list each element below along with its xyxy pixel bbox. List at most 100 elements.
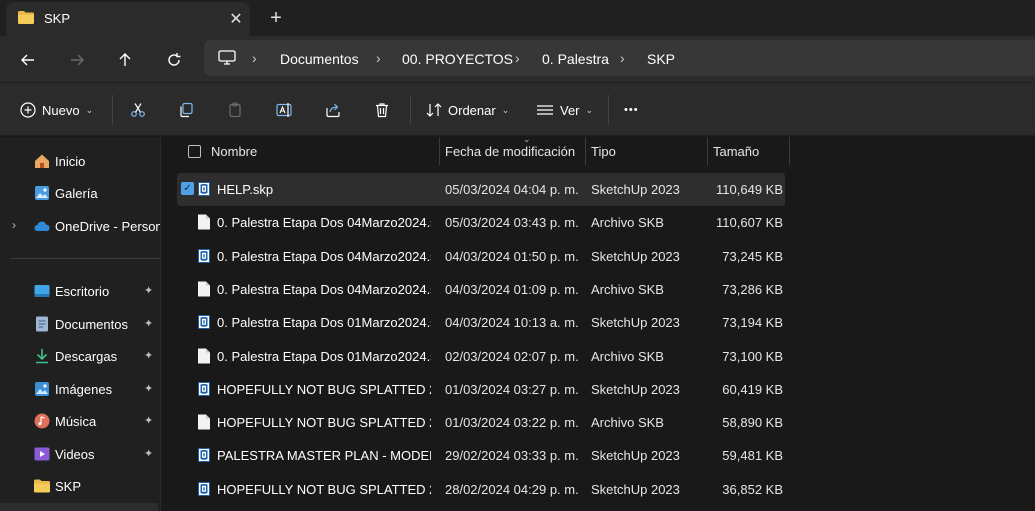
table-row[interactable]: ✓ HELP.skp 05/03/2024 04:04 p. m. SketchUp …: [177, 173, 785, 206]
close-tab-button[interactable]: ✕: [224, 7, 248, 31]
new-tab-button[interactable]: +: [264, 6, 288, 30]
trash-icon: [376, 103, 388, 118]
table-row[interactable]: 0. Palestra Etapa Dos 04Marzo2024.skb 05/…: [177, 206, 785, 239]
refresh-button[interactable]: [158, 44, 190, 76]
sketchup-file-icon: [198, 248, 210, 263]
address-bar[interactable]: › Documentos › 00. PROYECTOS › 0. Palest…: [204, 40, 1035, 76]
table-row[interactable]: HOPEFULLY NOT BUG SPLATTED 29Fe... 01/03/…: [177, 406, 785, 439]
file-icon: [198, 214, 210, 230]
arrow-right-icon: [71, 54, 84, 66]
sidebar-item-videos[interactable]: Videos ✦: [0, 439, 160, 469]
sidebar-item-onedrive[interactable]: › OneDrive - Persona: [0, 211, 170, 241]
cut-button[interactable]: [130, 95, 146, 125]
sidebar-item-label: Galería: [55, 186, 98, 201]
table-row[interactable]: 0. Palestra Etapa Dos 04Marzo2024.skb 04/…: [177, 273, 785, 306]
chevron-down-icon: ⌄: [85, 104, 94, 115]
share-button[interactable]: [325, 95, 341, 125]
column-type[interactable]: Tipo: [591, 144, 616, 159]
column-resize-handle[interactable]: [789, 137, 790, 165]
sidebar-item-label: SKP: [55, 479, 82, 494]
copy-button[interactable]: [178, 95, 194, 125]
forward-button[interactable]: [61, 44, 93, 76]
sidebar-item-label: Videos: [55, 447, 95, 462]
file-type: SketchUp 2023: [591, 248, 680, 264]
table-row[interactable]: 0. Palestra Etapa Dos 01Marzo2024.skp 04/…: [177, 306, 785, 339]
file-date: 05/03/2024 03:43 p. m.: [445, 215, 579, 231]
file-date: 04/03/2024 10:13 a. m.: [445, 315, 579, 331]
pin-icon[interactable]: ✦: [144, 382, 153, 395]
pin-icon[interactable]: ✦: [144, 284, 153, 297]
file-date: 04/03/2024 01:09 p. m.: [445, 281, 579, 297]
sidebar-item-galeria[interactable]: Galería: [0, 178, 160, 208]
table-row[interactable]: 0. Palestra Etapa Dos 04Marzo2024.skp 04/…: [177, 240, 785, 273]
breadcrumb-palestra[interactable]: 0. Palestra: [542, 51, 609, 67]
file-type: SketchUp 2023: [591, 315, 680, 331]
file-size: 73,286 KB: [722, 281, 783, 297]
file-size: 60,419 KB: [722, 381, 783, 397]
sidebar-item-escritorio[interactable]: Escritorio ✦: [0, 276, 160, 306]
cloud-icon: [34, 221, 50, 231]
table-row[interactable]: 0. Palestra Etapa Dos 01Marzo2024.skb 02/…: [177, 340, 785, 373]
file-name: 0. Palestra Etapa Dos 04Marzo2024.skp: [217, 248, 431, 264]
column-date[interactable]: Fecha de modificación: [445, 144, 575, 159]
pin-icon[interactable]: ✦: [144, 349, 153, 362]
clipboard-icon: [229, 102, 241, 118]
tab-skp[interactable]: SKP ✕: [6, 2, 250, 36]
download-icon: [36, 349, 48, 364]
sidebar-item-skp[interactable]: SKP: [0, 471, 160, 501]
sort-label: Ordenar: [448, 102, 496, 118]
chevron-right-icon: ›: [620, 50, 625, 66]
rename-button[interactable]: [276, 95, 294, 125]
breadcrumb-documentos[interactable]: Documentos: [280, 51, 359, 67]
navigation-bar: › Documentos › 00. PROYECTOS › 0. Palest…: [0, 36, 1035, 82]
delete-button[interactable]: [374, 95, 390, 125]
sidebar-item-label: OneDrive - Persona: [55, 219, 170, 234]
column-resize-handle[interactable]: [585, 137, 586, 165]
breadcrumb-skp[interactable]: SKP: [647, 51, 675, 67]
sidebar-item-documentos[interactable]: Documentos ✦: [0, 309, 160, 339]
sketchup-file-icon: [198, 315, 210, 330]
pin-icon[interactable]: ✦: [144, 414, 153, 427]
view-button[interactable]: Ver ⌄: [536, 95, 593, 125]
up-button[interactable]: [109, 44, 141, 76]
table-row[interactable]: HOPEFULLY NOT BUG SPLATTED 29Fe... 01/03/…: [177, 373, 785, 406]
column-resize-handle[interactable]: [707, 137, 708, 165]
file-date: 02/03/2024 02:07 p. m.: [445, 348, 579, 364]
column-name[interactable]: Nombre: [211, 144, 257, 159]
file-size: 59,481 KB: [722, 448, 783, 464]
sidebar-item-label: Música: [55, 414, 97, 429]
file-name: HOPEFULLY NOT BUG SPLATTED 29Fe...: [217, 415, 431, 431]
table-row[interactable]: HOPEFULLY NOT BUG SPLATTED 27Fe... 28/02/…: [177, 473, 785, 506]
sidebar-item-label: Documentos: [55, 317, 128, 332]
sidebar-item-label: Descargas: [55, 349, 118, 364]
row-checkbox[interactable]: ✓: [181, 182, 194, 195]
sidebar-item-musica[interactable]: Música ✦: [0, 406, 160, 436]
file-type: SketchUp 2023: [591, 448, 680, 464]
pin-icon[interactable]: ✦: [144, 447, 153, 460]
new-button[interactable]: Nuevo ⌄: [20, 95, 93, 125]
column-resize-handle[interactable]: [439, 137, 440, 165]
column-size[interactable]: Tamaño: [713, 144, 759, 159]
more-options-button[interactable]: •••: [624, 95, 639, 125]
copy-icon: [180, 102, 193, 118]
back-button[interactable]: [12, 44, 44, 76]
sort-button[interactable]: Ordenar ⌄: [426, 95, 509, 125]
sketchup-file-icon: [198, 481, 210, 496]
separator: [10, 258, 160, 259]
sidebar-item-imagenes[interactable]: Imágenes ✦: [0, 374, 160, 404]
title-bar: SKP ✕ +: [0, 0, 1035, 36]
sidebar-item-descargas[interactable]: Descargas ✦: [0, 341, 160, 371]
paste-button[interactable]: [227, 95, 243, 125]
sketchup-file-icon: [198, 381, 210, 396]
chevron-down-icon: ⌄: [585, 104, 594, 115]
chevron-right-icon[interactable]: ›: [12, 218, 16, 232]
breadcrumb-proyectos[interactable]: 00. PROYECTOS: [402, 51, 513, 67]
chevron-down-icon: ⌄: [501, 104, 510, 115]
file-name: HOPEFULLY NOT BUG SPLATTED 29Fe...: [217, 381, 431, 397]
file-name: 0. Palestra Etapa Dos 04Marzo2024.skb: [217, 281, 431, 297]
table-row[interactable]: PALESTRA MASTER PLAN - MODELO 3... 29/02/…: [177, 439, 785, 472]
file-type: SketchUp 2023: [591, 182, 680, 197]
sidebar-item-inicio[interactable]: Inicio: [0, 146, 160, 176]
select-all-checkbox[interactable]: [188, 145, 201, 158]
pin-icon[interactable]: ✦: [144, 317, 153, 330]
